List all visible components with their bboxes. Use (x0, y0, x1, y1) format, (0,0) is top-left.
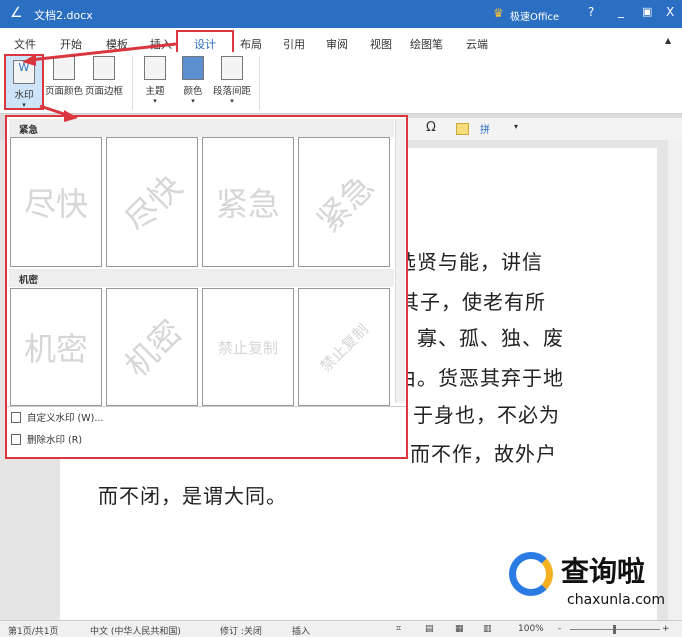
app-logo-icon: ∠ (10, 5, 23, 21)
tab-view[interactable]: 视图 (370, 36, 392, 52)
page-color-button[interactable]: 页面颜色 (44, 56, 84, 97)
pinyin-icon[interactable]: 拼 (480, 121, 490, 136)
tab-template[interactable]: 模板 (106, 36, 128, 52)
section-confidential: 机密 (9, 269, 394, 287)
divider (132, 56, 133, 110)
doc-line: 而不闭，是谓大同。 (98, 484, 287, 508)
menu-tabs: 文件 开始 模板 插入 设计 布局 引用 审阅 视图 绘图笔 云端 ▲ (0, 28, 682, 58)
paragraph-spacing-button[interactable]: 段落间距 ▾ (212, 56, 252, 105)
brand-label[interactable]: 极速Office (510, 8, 559, 23)
watermark-icon: W (13, 60, 35, 84)
zoom-out-button[interactable]: - (558, 624, 561, 634)
theme-icon (144, 56, 166, 80)
watermark-thumb[interactable]: 机密 (10, 288, 102, 406)
watermark-thumb[interactable]: 紧急 (202, 137, 294, 267)
web-layout-icon[interactable]: ▦ (455, 624, 464, 634)
paragraph-spacing-label: 段落间距 (212, 86, 251, 97)
status-bar: 第1页/共1页 中文 (中华人民共和国) 修订 :关闭 插入 ⌗ ▤ ▦ ▥ 1… (0, 620, 682, 637)
track-changes[interactable]: 修订 :关闭 (220, 624, 262, 637)
watermark-label: 水印 (14, 90, 34, 101)
ribbon: W 水印 ▾ 页面颜色 页面边框 主题 ▾ 颜色 ▾ 段落间距 ▾ (0, 52, 682, 114)
focus-view-icon[interactable]: ⌗ (396, 624, 401, 634)
logo-name: 查询啦 (561, 555, 646, 588)
doc-line: 寡、孤、独、废 (417, 326, 564, 350)
omega-icon[interactable]: Ω (426, 120, 436, 135)
zoom-level: 100% (518, 624, 544, 634)
page-color-label: 页面颜色 (44, 86, 83, 97)
tab-home[interactable]: 开始 (60, 36, 82, 52)
colors-label: 颜色 (183, 86, 203, 97)
collapse-ribbon-icon[interactable]: ▲ (665, 36, 671, 45)
theme-button[interactable]: 主题 ▾ (135, 56, 175, 105)
watermark-thumb[interactable]: 尽快 (106, 137, 198, 267)
doc-line: 而不作，故外户 (410, 442, 557, 466)
page-border-icon (93, 56, 115, 80)
help-button[interactable]: ? (588, 5, 594, 19)
close-button[interactable]: X (666, 5, 674, 19)
quick-toolbar: Ω 拼 ▾ (408, 118, 682, 140)
document-title: 文档2.docx (34, 9, 93, 22)
more-icon[interactable]: ▾ (514, 122, 518, 131)
zoom-in-button[interactable]: + (662, 624, 670, 634)
doc-line: 其子，使老有所 (399, 290, 546, 314)
watermark-button[interactable]: W 水印 ▾ (4, 54, 44, 110)
colors-icon (182, 56, 204, 80)
section-urgent: 紧急 (9, 119, 394, 137)
remove-watermark-icon (11, 433, 21, 445)
insert-mode[interactable]: 插入 (292, 624, 310, 637)
divider (7, 406, 406, 407)
watermark-thumb[interactable]: 机密 (106, 288, 198, 406)
tab-layout[interactable]: 布局 (240, 36, 262, 52)
site-logo: 查询啦 chaxunla.com (505, 548, 675, 618)
paint-bucket-icon (53, 56, 75, 80)
note-icon[interactable] (456, 123, 469, 135)
thumb-text: 禁止复制 (316, 319, 372, 375)
colors-button[interactable]: 颜色 ▾ (173, 56, 213, 105)
tab-draw[interactable]: 绘图笔 (410, 36, 443, 52)
remove-watermark-item[interactable]: 删除水印 (R) (11, 432, 82, 446)
logo-q-icon (509, 552, 553, 596)
remove-watermark-label: 删除水印 (R) (27, 435, 83, 446)
logo-url: chaxunla.com (567, 592, 665, 608)
minimize-button[interactable]: _ (618, 4, 624, 18)
watermark-thumb[interactable]: 紧急 (298, 137, 390, 267)
watermark-thumb[interactable]: 尽快 (10, 137, 102, 267)
tab-insert[interactable]: 插入 (150, 36, 172, 52)
doc-line: 于身也，不必为 (413, 403, 560, 427)
tab-references[interactable]: 引用 (283, 36, 305, 52)
doc-line: 由。货恶其弃于地 (396, 366, 564, 390)
language[interactable]: 中文 (中华人民共和国) (90, 624, 181, 637)
print-layout-icon[interactable]: ▤ (425, 624, 434, 634)
title-bar: ∠ 文档2.docx ♛ 极速Office ? _ ▣ X (0, 0, 682, 28)
page-count: 第1页/共1页 (8, 627, 59, 637)
custom-watermark-icon (11, 411, 21, 423)
paragraph-spacing-icon (221, 56, 243, 80)
custom-watermark-item[interactable]: 自定义水印 (W)... (11, 410, 103, 424)
page-border-button[interactable]: 页面边框 (84, 56, 124, 97)
tab-review[interactable]: 审阅 (326, 36, 348, 52)
panel-scrollbar[interactable] (395, 119, 405, 403)
read-mode-icon[interactable]: ▥ (483, 624, 492, 634)
restore-button[interactable]: ▣ (642, 5, 652, 18)
page-border-label: 页面边框 (84, 86, 123, 97)
watermark-dropdown: 紧急 尽快 尽快 紧急 紧急 机密 机密 机密 禁止复制 禁止复制 自定义水印 … (5, 115, 408, 459)
theme-label: 主题 (145, 86, 165, 97)
custom-watermark-label: 自定义水印 (W)... (27, 413, 104, 424)
thumb-text: 机密 (117, 312, 190, 385)
thumb-text: 紧急 (309, 167, 382, 240)
zoom-slider-thumb[interactable] (613, 625, 616, 634)
doc-line: 选贤与能，讲信 (396, 250, 543, 274)
thumb-text: 尽快 (117, 167, 190, 240)
divider (259, 56, 260, 110)
tab-file[interactable]: 文件 (14, 36, 36, 52)
tab-cloud[interactable]: 云端 (466, 36, 488, 52)
crown-icon: ♛ (493, 6, 504, 20)
watermark-thumb[interactable]: 禁止复制 (298, 288, 390, 406)
watermark-thumb[interactable]: 禁止复制 (202, 288, 294, 406)
